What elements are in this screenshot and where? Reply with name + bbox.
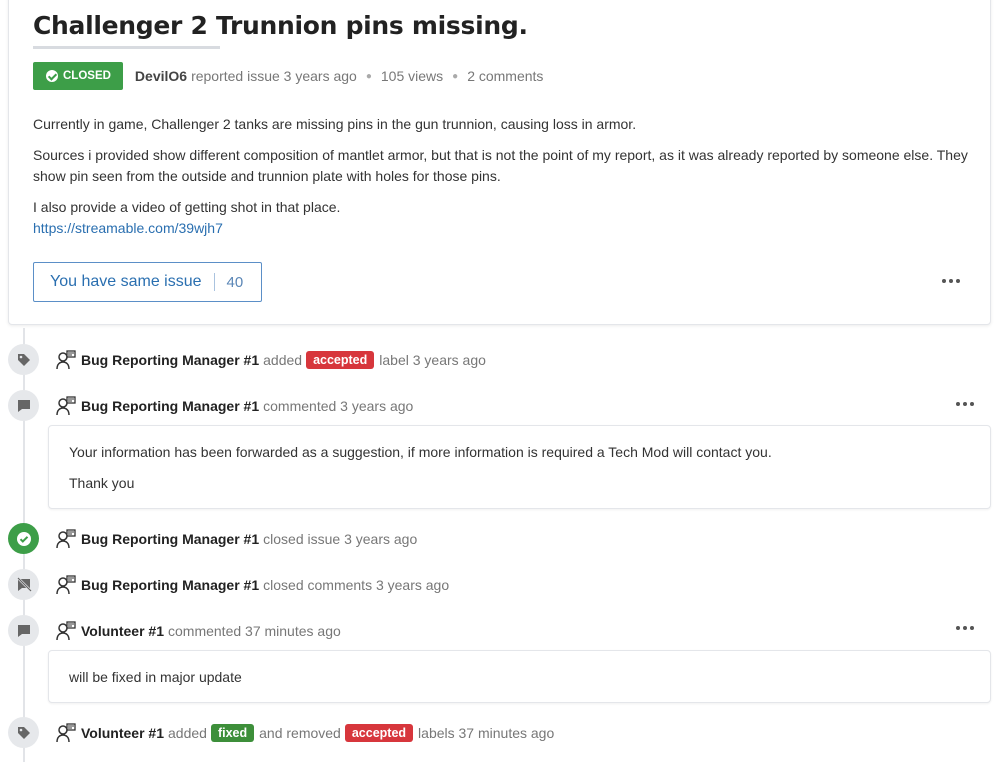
comment-icon bbox=[8, 390, 39, 421]
check-circle-icon bbox=[46, 70, 58, 82]
same-issue-button[interactable]: You have same issue 40 bbox=[33, 262, 262, 302]
issue-card: Challenger 2 Trunnion pins missing. CLOS… bbox=[8, 0, 991, 325]
user-name[interactable]: Bug Reporting Manager #1 bbox=[81, 398, 259, 414]
more-options-icon[interactable] bbox=[941, 276, 961, 286]
action-text: labels 37 minutes ago bbox=[418, 725, 555, 741]
comment-text: Your information has been forwarded as a… bbox=[69, 444, 772, 460]
separator-dot: ● bbox=[365, 70, 372, 82]
divider bbox=[213, 273, 215, 291]
views-count: 105 views bbox=[380, 68, 444, 84]
issue-title: Challenger 2 Trunnion pins missing. bbox=[33, 11, 528, 40]
tag-icon bbox=[8, 717, 39, 748]
timeline-event: Bug Reporting Manager #1 commented 3 yea… bbox=[56, 395, 413, 417]
tag-icon bbox=[8, 344, 39, 375]
comment-icon bbox=[8, 615, 39, 646]
title-underline bbox=[33, 46, 220, 49]
user-avatar-icon bbox=[56, 723, 76, 743]
timeline-event: Bug Reporting Manager #1 added accepted … bbox=[56, 349, 486, 371]
status-text: CLOSED bbox=[63, 70, 111, 82]
action-text: added bbox=[263, 352, 303, 368]
issue-paragraph: Currently in game, Challenger 2 tanks ar… bbox=[33, 116, 637, 132]
user-avatar-icon bbox=[56, 529, 76, 549]
same-issue-label: You have same issue bbox=[50, 273, 202, 290]
timeline-event: Volunteer #1 commented 37 minutes ago bbox=[56, 620, 341, 642]
author-link[interactable]: DevilO6 bbox=[135, 68, 187, 84]
user-name[interactable]: Bug Reporting Manager #1 bbox=[81, 352, 259, 368]
user-name[interactable]: Bug Reporting Manager #1 bbox=[81, 531, 259, 547]
issue-paragraph: I also provide a video of getting shot i… bbox=[33, 199, 341, 215]
reported-text: reported issue 3 years ago bbox=[191, 68, 357, 84]
comment-text: will be fixed in major update bbox=[69, 669, 242, 685]
action-text: added bbox=[168, 725, 207, 741]
check-circle-icon bbox=[8, 523, 39, 554]
label-badge[interactable]: accepted bbox=[344, 724, 414, 742]
video-link[interactable]: https://streamable.com/39wjh7 bbox=[33, 218, 223, 239]
label-badge[interactable]: accepted bbox=[306, 351, 375, 369]
action-text: closed issue 3 years ago bbox=[263, 531, 418, 547]
action-text: label 3 years ago bbox=[379, 352, 486, 368]
label-badge[interactable]: fixed bbox=[210, 724, 255, 742]
timeline-event: Volunteer #1 added fixed and removed acc… bbox=[56, 722, 554, 744]
more-options-icon[interactable] bbox=[955, 399, 975, 409]
user-avatar-icon bbox=[56, 575, 76, 595]
timeline-event: Bug Reporting Manager #1 closed comments… bbox=[56, 574, 449, 596]
separator-dot: ● bbox=[452, 70, 459, 82]
comment-text: Thank you bbox=[69, 475, 135, 491]
user-name[interactable]: Volunteer #1 bbox=[81, 725, 164, 741]
user-avatar-icon bbox=[56, 396, 76, 416]
user-name[interactable]: Volunteer #1 bbox=[81, 623, 164, 639]
comment-off-icon bbox=[8, 569, 39, 600]
user-avatar-icon bbox=[56, 621, 76, 641]
more-options-icon[interactable] bbox=[955, 623, 975, 633]
comment-box: Your information has been forwarded as a… bbox=[48, 425, 991, 509]
action-text: closed comments 3 years ago bbox=[263, 577, 450, 593]
action-text: commented 3 years ago bbox=[263, 398, 414, 414]
user-avatar-icon bbox=[56, 350, 76, 370]
same-issue-count: 40 bbox=[226, 273, 244, 291]
action-text: and removed bbox=[259, 725, 341, 741]
timeline-event: Bug Reporting Manager #1 closed issue 3 … bbox=[56, 528, 417, 550]
status-badge: CLOSED bbox=[33, 62, 123, 90]
comments-count: 2 comments bbox=[467, 68, 544, 84]
action-text: commented 37 minutes ago bbox=[168, 623, 341, 639]
user-name[interactable]: Bug Reporting Manager #1 bbox=[81, 577, 259, 593]
issue-paragraph: Sources i provided show different compos… bbox=[33, 147, 968, 184]
issue-meta: CLOSED DevilO6 reported issue 3 years ag… bbox=[33, 62, 543, 90]
comment-box: will be fixed in major update bbox=[48, 650, 991, 703]
